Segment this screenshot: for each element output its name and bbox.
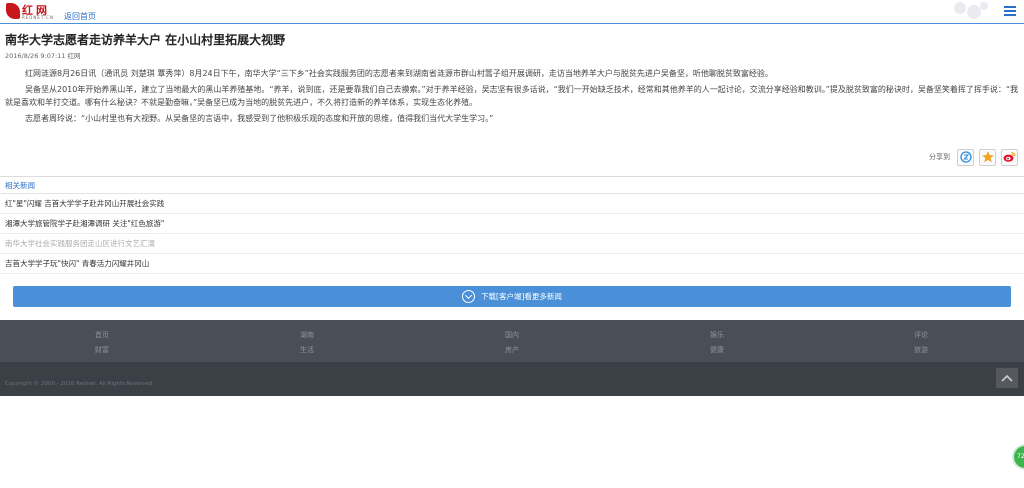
qzone-icon xyxy=(959,151,972,163)
footer-link[interactable]: 首页 xyxy=(82,328,122,343)
chevron-up-icon xyxy=(1001,374,1013,382)
hamburger-menu-icon[interactable] xyxy=(1004,6,1016,16)
back-to-top-button[interactable] xyxy=(996,368,1018,388)
favorite-share-button[interactable] xyxy=(979,148,996,166)
section-divider xyxy=(0,176,1024,177)
article-body: 红网涟源8月26日讯（通讯员 刘楚琪 覃秀萍）8月24日下午，南华大学“三下乡”… xyxy=(5,67,1019,127)
related-news-heading: 相关新闻 xyxy=(5,181,35,190)
share-bar: 分享到 xyxy=(929,148,1018,166)
top-header: 红网 REDNET.CN 返回首页 xyxy=(0,0,1024,24)
footer-link[interactable]: 娱乐 xyxy=(697,328,737,343)
footer-nav-column: 评论 旅游 xyxy=(901,328,941,358)
article-title: 南华大学志愿者走访养羊大户 在小山村里拓展大视野 xyxy=(5,33,286,47)
rednet-logo[interactable]: 红网 REDNET.CN xyxy=(6,3,56,21)
footer-nav-column: 首页 财富 xyxy=(82,328,122,358)
footer-bottom: Copyright © 2000 - 2016 Rednet. All Righ… xyxy=(0,362,1024,396)
footer-nav-column: 湖南 生活 xyxy=(287,328,327,358)
weibo-share-button[interactable] xyxy=(1001,148,1018,166)
related-news-item[interactable]: 吉首大学学子玩"快闪" 青春活力闪耀井冈山 xyxy=(0,254,1024,274)
article-paragraph: 红网涟源8月26日讯（通讯员 刘楚琪 覃秀萍）8月24日下午，南华大学“三下乡”… xyxy=(25,69,773,78)
article-meta: 2016/8/26 9:07:11 红网 xyxy=(5,52,81,60)
share-label: 分享到 xyxy=(929,153,950,161)
header-decoration-icon xyxy=(954,2,988,19)
download-icon xyxy=(462,290,476,303)
related-news-item[interactable]: 湘潭大学旅管院学子赴湘潭调研 关注"红色旅游" xyxy=(0,214,1024,234)
footer-link[interactable]: 财富 xyxy=(82,343,122,358)
logo-subtext: REDNET.CN xyxy=(22,15,54,20)
related-news-item[interactable]: 红"星"闪耀 吉首大学学子赴井冈山开展社会实践 xyxy=(0,194,1024,214)
footer-link[interactable]: 健康 xyxy=(697,343,737,358)
download-button-label: 下载[客户端]看更多新闻 xyxy=(481,292,562,301)
floating-counter-badge[interactable]: 72 xyxy=(1012,444,1024,470)
favorite-star-icon xyxy=(981,151,994,163)
footer-link[interactable]: 国内 xyxy=(492,328,532,343)
copyright-text: Copyright © 2000 - 2016 Rednet. All Righ… xyxy=(5,381,155,387)
qzone-share-button[interactable] xyxy=(957,148,974,166)
download-app-button[interactable]: 下载[客户端]看更多新闻 xyxy=(13,286,1011,307)
footer-nav-column: 娱乐 健康 xyxy=(697,328,737,358)
footer-link[interactable]: 房产 xyxy=(492,343,532,358)
footer-nav-column: 国内 房产 xyxy=(492,328,532,358)
footer-link[interactable]: 评论 xyxy=(901,328,941,343)
back-home-link[interactable]: 返回首页 xyxy=(64,11,96,22)
footer-nav: 首页 财富 湖南 生活 国内 房产 娱乐 健康 评论 旅游 xyxy=(0,320,1024,362)
weibo-icon xyxy=(1003,152,1016,162)
footer-link[interactable]: 旅游 xyxy=(901,343,941,358)
article-paragraph: 吴备坚从2010年开始养黑山羊，建立了当地最大的黑山羊养殖基地。“养羊，说到底，… xyxy=(5,84,1019,108)
rednet-logo-mark xyxy=(6,3,20,19)
related-news-list: 红"星"闪耀 吉首大学学子赴井冈山开展社会实践 湘潭大学旅管院学子赴湘潭调研 关… xyxy=(0,194,1024,274)
footer-link[interactable]: 湖南 xyxy=(287,328,327,343)
footer-link[interactable]: 生活 xyxy=(287,343,327,358)
article-paragraph: 志愿者周玲说：“小山村里也有大视野。从吴备坚的言语中，我感受到了他积极乐观的态度… xyxy=(25,113,494,123)
related-news-item[interactable]: 南华大学社会实践服务团走山区进行文艺汇演 xyxy=(0,234,1024,254)
